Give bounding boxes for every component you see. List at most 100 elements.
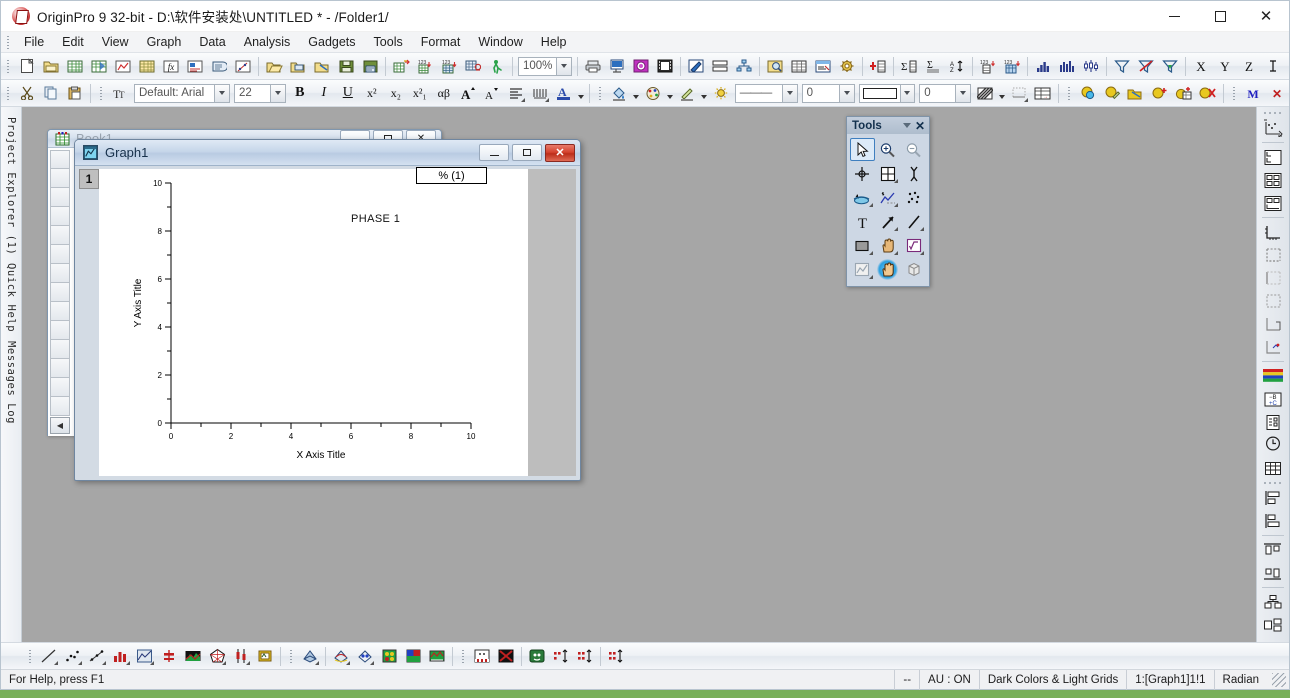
- row-header[interactable]: [50, 340, 70, 359]
- line-tool-icon[interactable]: [901, 210, 926, 233]
- toolbar-grip-1[interactable]: [5, 59, 12, 74]
- menu-data[interactable]: Data: [190, 33, 234, 51]
- zoom-in-tool-icon[interactable]: [876, 138, 901, 161]
- font-icon[interactable]: TT: [109, 82, 131, 104]
- toolbar-grip-6[interactable]: [1231, 86, 1238, 101]
- book1-scroll-left-button[interactable]: ◀: [50, 417, 70, 434]
- equation-tool-icon[interactable]: [901, 234, 926, 257]
- set-as-y-icon[interactable]: Y: [1214, 55, 1236, 77]
- scatter-plot-icon[interactable]: [62, 645, 84, 667]
- minimize-button[interactable]: [1151, 1, 1197, 32]
- close-icon[interactable]: ✕: [913, 119, 927, 133]
- right-sidebar-grip-2[interactable]: [1262, 480, 1284, 486]
- table-icon[interactable]: →: [1032, 82, 1054, 104]
- chevron-down-icon[interactable]: [839, 84, 855, 102]
- pattern-icon[interactable]: [974, 82, 996, 104]
- delete-filter-icon[interactable]: [1135, 55, 1157, 77]
- axes-dotted-icon[interactable]: [1260, 244, 1286, 266]
- greek-button[interactable]: αβ: [433, 82, 455, 104]
- row-header[interactable]: [50, 359, 70, 378]
- new-excel-icon[interactable]: [88, 55, 110, 77]
- run-script-icon[interactable]: [486, 55, 508, 77]
- grid-icon[interactable]: [1008, 82, 1030, 104]
- line-symbol-icon[interactable]: [86, 645, 108, 667]
- results-log-icon[interactable]: [788, 55, 810, 77]
- clock-icon[interactable]: [1260, 434, 1286, 456]
- toolbar-grip-5[interactable]: [1066, 86, 1073, 101]
- row-header[interactable]: [50, 226, 70, 245]
- line-color-dropdown-arrow[interactable]: [699, 82, 709, 104]
- new-project-icon[interactable]: [16, 55, 38, 77]
- axes-left-icon[interactable]: [1260, 267, 1286, 289]
- new-notes-icon[interactable]: [208, 55, 230, 77]
- underline-button[interactable]: U: [337, 82, 359, 104]
- polar-plot-icon[interactable]: [206, 645, 228, 667]
- scatter-mask-tool-icon[interactable]: [901, 186, 926, 209]
- text-tool-icon[interactable]: T: [850, 210, 875, 233]
- new-graph-3d-icon[interactable]: [232, 55, 254, 77]
- graph1-restore-button[interactable]: [512, 143, 542, 161]
- annotation-icon[interactable]: [685, 55, 707, 77]
- align-left-icon[interactable]: [1260, 539, 1286, 561]
- maximize-button[interactable]: [1197, 1, 1243, 32]
- stacked-lines-icon[interactable]: [426, 645, 448, 667]
- bottom-toolbar-grip-2[interactable]: [288, 649, 295, 664]
- plot-setup-icon[interactable]: [1101, 82, 1123, 104]
- floating-bar-icon[interactable]: [158, 645, 180, 667]
- template-library-icon[interactable]: [471, 645, 493, 667]
- line-color-icon[interactable]: [676, 82, 698, 104]
- axes-ll-icon[interactable]: [1260, 221, 1286, 243]
- align-top-icon[interactable]: [1260, 487, 1286, 509]
- right-sidebar-grip[interactable]: [1262, 110, 1284, 116]
- palette-dropdown-arrow[interactable]: [665, 82, 675, 104]
- open-excel-icon[interactable]: [311, 55, 333, 77]
- statistics-columns-icon[interactable]: Σ: [898, 55, 920, 77]
- resize-grip[interactable]: [1272, 672, 1286, 687]
- font-color-dropdown-arrow[interactable]: [576, 82, 586, 104]
- sidebar-item-quick-help[interactable]: Quick Help: [4, 259, 18, 336]
- layer-contents-icon[interactable]: [1077, 82, 1099, 104]
- add-new-columns-icon[interactable]: [867, 55, 889, 77]
- stack-plots-icon[interactable]: [550, 645, 572, 667]
- color-bands-icon[interactable]: [1260, 365, 1286, 387]
- filter-icon[interactable]: [1111, 55, 1133, 77]
- fill-pattern-combo[interactable]: [859, 83, 916, 103]
- import-single-ascii-icon[interactable]: 123: [414, 55, 436, 77]
- ternary-icon[interactable]: [254, 645, 276, 667]
- remove-plot-icon[interactable]: [1197, 82, 1219, 104]
- import-wizard-icon[interactable]: [390, 55, 412, 77]
- box-chart-icon[interactable]: [1080, 55, 1102, 77]
- cut-icon[interactable]: [16, 82, 38, 104]
- pan-tool-icon[interactable]: [876, 234, 901, 257]
- add-plot-icon[interactable]: [1149, 82, 1171, 104]
- add-label-icon[interactable]: [1260, 411, 1286, 433]
- add-data-icon[interactable]: [1173, 82, 1195, 104]
- new-layout-icon[interactable]: [184, 55, 206, 77]
- graph1-close-button[interactable]: ✕: [545, 143, 575, 162]
- graph1-window[interactable]: Graph1 ✕ 1 0 2 4 6 8 10 0 2 4 6 8 10 Y A…: [74, 139, 581, 481]
- export-page-icon[interactable]: [630, 55, 652, 77]
- set-as-z-icon[interactable]: Z: [1238, 55, 1260, 77]
- menu-grip[interactable]: [5, 35, 12, 50]
- project-explorer-icon[interactable]: [764, 55, 786, 77]
- menu-edit[interactable]: Edit: [53, 33, 93, 51]
- import-multiple-ascii-icon[interactable]: 123: [438, 55, 460, 77]
- graph-page[interactable]: 0 2 4 6 8 10 0 2 4 6 8 10 Y Axis Title X…: [99, 167, 528, 479]
- chevron-down-icon[interactable]: [556, 57, 571, 75]
- magic-wand-tool-icon[interactable]: [876, 258, 901, 281]
- masking-m-icon[interactable]: M: [1242, 82, 1264, 104]
- menu-gadgets[interactable]: Gadgets: [299, 33, 364, 51]
- chevron-down-icon[interactable]: [781, 84, 797, 102]
- superscript-button[interactable]: x²: [361, 82, 383, 104]
- sidebar-item-messages-log[interactable]: Messages Log: [4, 337, 18, 428]
- layer-management-icon[interactable]: [709, 55, 731, 77]
- cube-tool-icon[interactable]: [901, 258, 926, 281]
- menu-tools[interactable]: Tools: [365, 33, 412, 51]
- plot-canvas[interactable]: 0 2 4 6 8 10 0 2 4 6 8 10 Y Axis Title X…: [99, 169, 524, 479]
- distribute-h-icon[interactable]: [1260, 591, 1286, 613]
- line-plot-icon[interactable]: [38, 645, 60, 667]
- axes-marks-icon[interactable]: [1260, 336, 1286, 358]
- palette-icon[interactable]: [642, 82, 664, 104]
- 3d-surface-icon[interactable]: [299, 645, 321, 667]
- chevron-down-icon[interactable]: [214, 84, 230, 102]
